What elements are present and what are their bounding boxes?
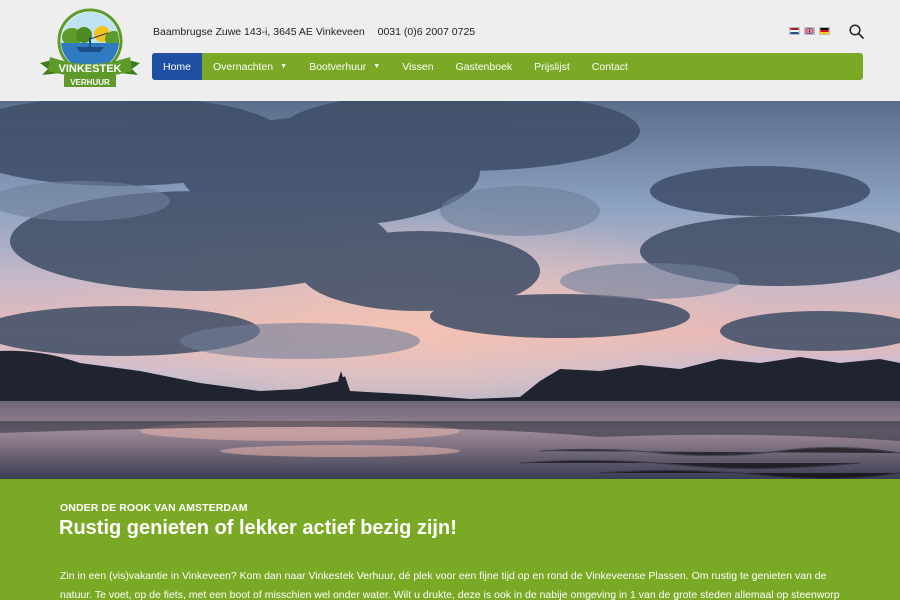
chevron-down-icon: ▼ xyxy=(280,63,288,70)
nav-label: Home xyxy=(163,60,192,73)
search-icon[interactable] xyxy=(849,24,864,39)
intro-section: ONDER DE ROOK VAN AMSTERDAM Rustig genie… xyxy=(0,479,900,600)
en-flag-icon[interactable] xyxy=(804,27,815,35)
nav-item-prijslijst[interactable]: Prijslijst xyxy=(523,53,581,80)
logo-subtext: VERHUUR xyxy=(70,78,110,87)
chevron-down-icon: ▼ xyxy=(373,63,381,70)
nav-item-overnachten[interactable]: Overnachten ▼ xyxy=(202,53,298,80)
address-text: Baambrugse Zuwe 143-i, 3645 AE Vinkeveen xyxy=(153,26,365,38)
phone-link[interactable]: 0031 (0)6 2007 0725 xyxy=(378,26,476,38)
contact-info: Baambrugse Zuwe 143-i, 3645 AE Vinkeveen… xyxy=(153,26,485,38)
site-header: VINKESTEK VERHUUR Baambrugse Zuwe 143-i,… xyxy=(0,0,900,101)
nav-item-bootverhuur[interactable]: Bootverhuur ▼ xyxy=(298,53,391,80)
nav-label: Contact xyxy=(591,60,628,73)
nav-label: Overnachten xyxy=(213,60,274,73)
nl-flag-icon[interactable] xyxy=(789,27,800,35)
intro-kicker: ONDER DE ROOK VAN AMSTERDAM xyxy=(60,502,248,514)
de-flag-icon[interactable] xyxy=(819,27,830,35)
logo-emblem-icon: VINKESTEK VERHUUR xyxy=(40,8,140,87)
site-logo[interactable]: VINKESTEK VERHUUR xyxy=(38,7,142,89)
nav-item-gastenboek[interactable]: Gastenboek xyxy=(445,53,524,80)
nav-label: Prijslijst xyxy=(534,60,570,73)
main-nav: Home Overnachten ▼ Bootverhuur ▼ Vissen Ga… xyxy=(152,53,863,80)
lake-sunset-illustration xyxy=(0,101,900,479)
nav-item-home[interactable]: Home xyxy=(152,53,203,80)
nav-label: Gastenboek xyxy=(455,60,513,73)
language-switcher xyxy=(789,27,830,35)
nav-label: Vissen xyxy=(402,60,434,73)
nav-item-contact[interactable]: Contact xyxy=(581,53,639,80)
intro-text: Zin in een (vis)vakantie in Vinkeveen? K… xyxy=(60,570,840,600)
nav-item-vissen[interactable]: Vissen xyxy=(391,53,444,80)
intro-title: Rustig genieten of lekker actief bezig z… xyxy=(59,517,457,539)
hero-image xyxy=(0,101,900,479)
nav-label: Bootverhuur xyxy=(309,60,367,73)
logo-text: VINKESTEK xyxy=(59,63,122,75)
